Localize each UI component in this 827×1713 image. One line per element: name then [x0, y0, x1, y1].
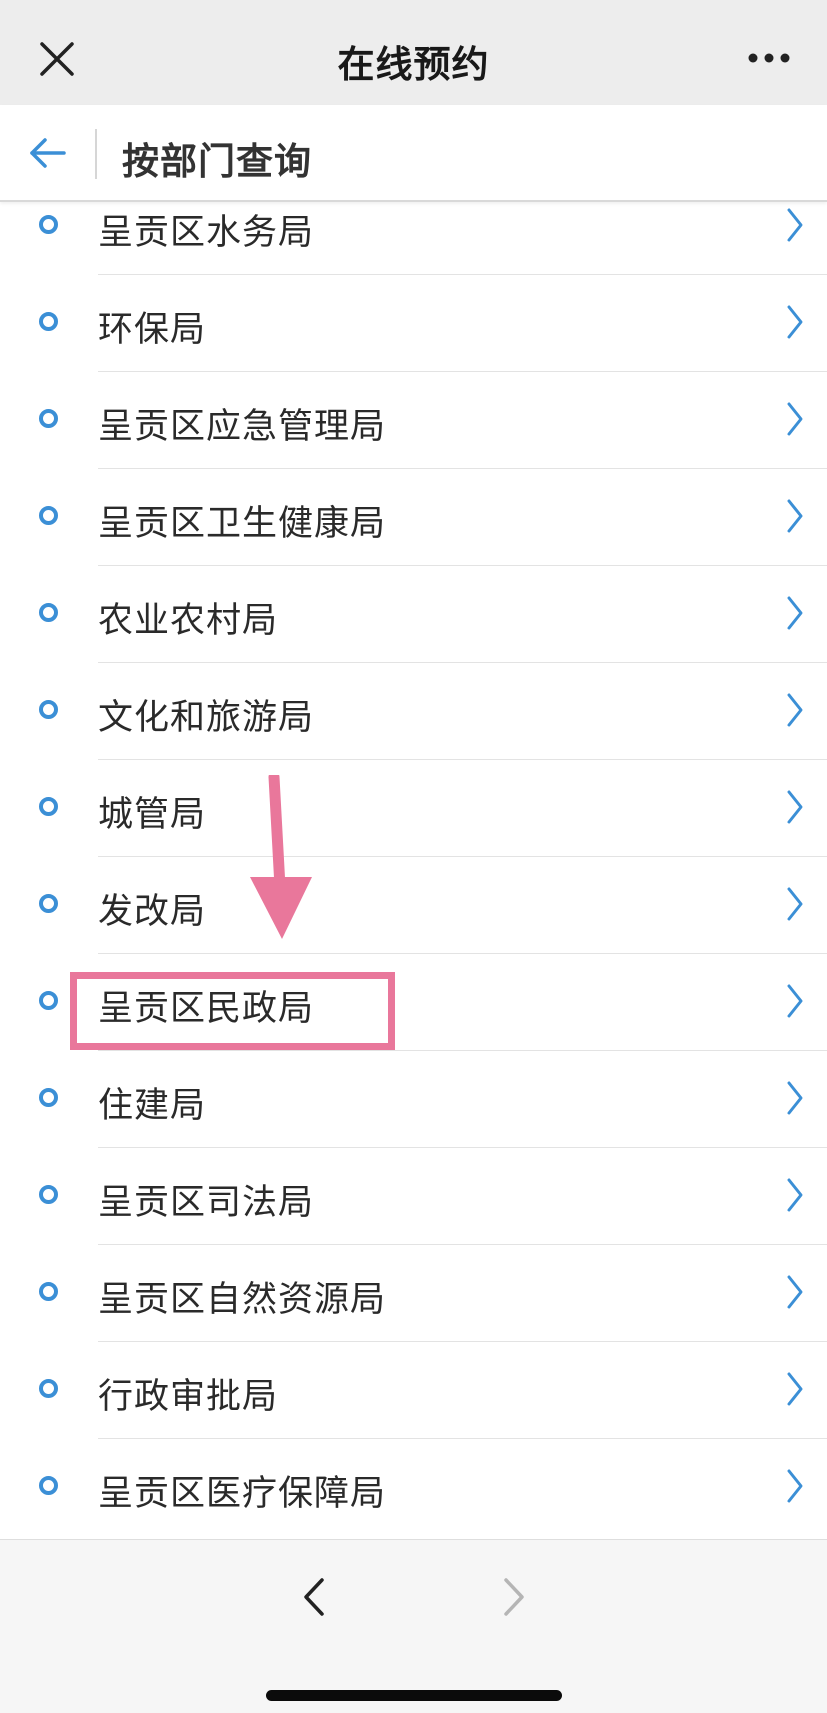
bullet-circle-icon: [39, 1088, 58, 1107]
bullet-circle-icon: [39, 1282, 58, 1301]
chevron-right-icon: [787, 1178, 803, 1212]
chevron-right-icon: [787, 1275, 803, 1309]
department-list-item[interactable]: 呈贡区司法局: [0, 1148, 827, 1245]
chevron-right-icon: [787, 693, 803, 727]
department-list-item[interactable]: 住建局: [0, 1051, 827, 1148]
chevron-right-icon: [787, 984, 803, 1018]
bullet-circle-icon: [39, 797, 58, 816]
bullet-circle-icon: [39, 409, 58, 428]
department-list-item[interactable]: 发改局: [0, 857, 827, 954]
bullet-circle-icon: [39, 1379, 58, 1398]
home-indicator[interactable]: [266, 1690, 562, 1701]
chevron-right-icon: [787, 1372, 803, 1406]
department-name: 城管局: [98, 795, 207, 835]
bullet-circle-icon: [39, 312, 58, 331]
department-name: 呈贡区卫生健康局: [98, 504, 387, 544]
bottom-toolbar: [0, 1539, 827, 1713]
department-name: 文化和旅游局: [98, 698, 315, 738]
chevron-right-icon: [787, 402, 803, 436]
department-name: 环保局: [98, 310, 207, 350]
department-list-item[interactable]: 呈贡区医疗保障局: [0, 1439, 827, 1536]
chevron-right-icon: [787, 305, 803, 339]
department-list-item[interactable]: 环保局: [0, 275, 827, 372]
department-list-item[interactable]: 呈贡区自然资源局: [0, 1245, 827, 1342]
department-name: 呈贡区司法局: [98, 1183, 315, 1223]
bullet-circle-icon: [39, 215, 58, 234]
chevron-right-icon: [787, 1469, 803, 1503]
chevron-right-icon: [787, 887, 803, 921]
department-name: 呈贡区应急管理局: [98, 407, 387, 447]
department-name: 呈贡区自然资源局: [98, 1280, 387, 1320]
department-name: 农业农村局: [98, 601, 279, 641]
department-name: 住建局: [98, 1086, 207, 1126]
chevron-right-icon: [787, 499, 803, 533]
chevron-right-icon: [787, 208, 803, 242]
department-list: 呈贡区水务局 环保局呈贡区应急管理局 呈贡区卫生健康局 农业农村局文化和旅游局 城管局发…: [0, 203, 827, 1539]
back-arrow-icon[interactable]: [28, 135, 68, 171]
department-list-item[interactable]: 呈贡区民政局: [0, 954, 827, 1051]
webview-page: 在线预约 按部门查询 呈贡区水务局 环保局呈贡区应急管理局 呈贡区卫生健康局 农业农村…: [0, 0, 827, 1713]
department-name: 发改局: [98, 892, 207, 932]
bullet-circle-icon: [39, 700, 58, 719]
bullet-circle-icon: [39, 506, 58, 525]
department-list-item[interactable]: 城管局: [0, 760, 827, 857]
header-divider: [95, 129, 97, 179]
department-name: 呈贡区医疗保障局: [98, 1474, 387, 1514]
bullet-circle-icon: [39, 991, 58, 1010]
chevron-right-icon: [787, 1081, 803, 1115]
department-list-item[interactable]: 呈贡区水务局: [0, 203, 827, 275]
app-bar: 在线预约: [0, 0, 827, 105]
page-header: 按部门查询: [0, 105, 827, 202]
bullet-circle-icon: [39, 1476, 58, 1495]
department-list-item[interactable]: 呈贡区应急管理局: [0, 372, 827, 469]
chevron-right-icon[interactable]: [500, 1576, 528, 1618]
bullet-circle-icon: [39, 603, 58, 622]
app-bar-title: 在线预约: [337, 43, 490, 86]
more-icon[interactable]: [747, 50, 791, 66]
chevron-right-icon: [787, 596, 803, 630]
bullet-circle-icon: [39, 1185, 58, 1204]
page-title: 按部门查询: [122, 140, 312, 183]
chevron-right-icon: [787, 790, 803, 824]
department-list-item[interactable]: 行政审批局: [0, 1342, 827, 1439]
department-list-item[interactable]: 文化和旅游局: [0, 663, 827, 760]
chevron-left-icon[interactable]: [300, 1576, 328, 1618]
bullet-circle-icon: [39, 894, 58, 913]
department-list-item[interactable]: 农业农村局: [0, 566, 827, 663]
department-name: 呈贡区水务局: [98, 213, 315, 253]
department-name: 行政审批局: [98, 1377, 279, 1417]
department-list-item[interactable]: 呈贡区卫生健康局: [0, 469, 827, 566]
department-name: 呈贡区民政局: [98, 989, 315, 1029]
